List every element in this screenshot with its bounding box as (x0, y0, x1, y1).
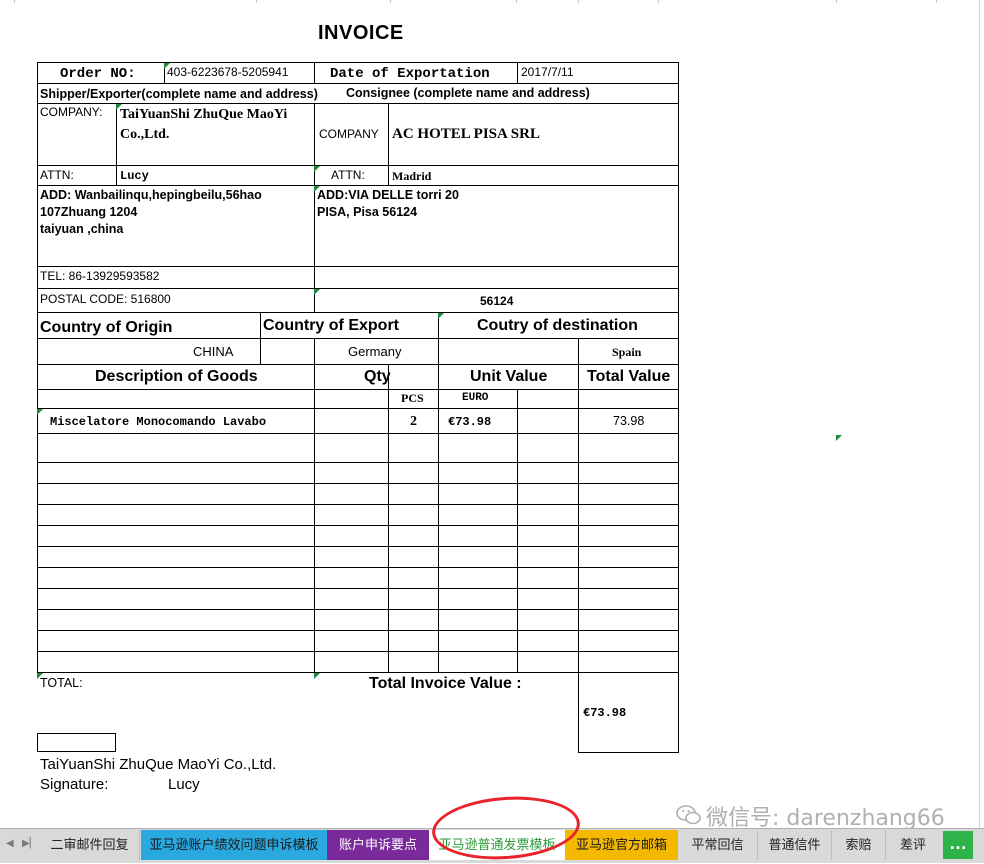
signature-label: Signature: (40, 776, 109, 793)
unit-value-header: Unit Value (470, 368, 548, 385)
item-total-value[interactable]: 73.98 (613, 414, 644, 428)
signature-name[interactable]: Lucy (168, 776, 200, 793)
company-label-right: COMPANY (319, 127, 379, 141)
signature-box[interactable] (37, 733, 116, 752)
tel-value[interactable]: TEL: 86-13929593582 (40, 269, 159, 283)
address-left-line2[interactable]: 107Zhuang 1204 (40, 205, 137, 219)
wechat-icon (676, 805, 701, 825)
qty-header: Qty (364, 368, 391, 385)
sheet-tab-2[interactable]: 亚马逊账户绩效问题申诉模板 (141, 830, 327, 860)
last-sheet-icon[interactable]: ▶▏ (22, 838, 37, 849)
date-label: Date of Exportation (330, 66, 490, 82)
invoice-title: INVOICE (318, 22, 404, 44)
attn-left-value[interactable]: Lucy (120, 169, 149, 183)
total-value-header: Total Value (587, 368, 671, 385)
country-export-value[interactable]: Germany (348, 344, 401, 359)
address-left-line3[interactable]: taiyuan ,china (40, 222, 123, 236)
company-name-left-line2[interactable]: Co.,Ltd. (120, 127, 169, 143)
attn-label-left: ATTN: (40, 168, 74, 182)
qty-unit: PCS (401, 391, 424, 405)
country-origin-label: Country of Origin (40, 319, 173, 336)
comment-marker (438, 313, 444, 319)
currency-unit: EURO (462, 392, 489, 404)
order-no-label: Order NO: (60, 66, 136, 82)
description-header: Description of Goods (95, 368, 258, 385)
column-header-strip (0, 0, 984, 4)
attn-label-right: ATTN: (331, 168, 365, 182)
item-unit-value[interactable]: €73.98 (448, 415, 491, 429)
address-right-line2[interactable]: PISA, Pisa 56124 (317, 205, 417, 219)
shipper-label: Shipper/Exporter(complete name and addre… (40, 87, 318, 101)
item-description[interactable]: Miscelatore Monocomando Lavabo (50, 415, 266, 429)
consignee-label: Consignee (complete name and address) (346, 86, 590, 100)
postal-code-right[interactable]: 56124 (480, 294, 513, 308)
comment-marker (836, 435, 842, 441)
sheet-tab-7[interactable]: 普通信件 (758, 830, 832, 860)
first-sheet-icon[interactable]: ◀ (6, 838, 14, 849)
company-name-right[interactable]: AC HOTEL PISA SRL (392, 126, 540, 143)
address-left-line1[interactable]: ADD: Wanbailinqu,hepingbeilu,56hao (40, 188, 262, 202)
comment-marker (314, 166, 320, 172)
order-no-value[interactable]: 403-6223678-5205941 (167, 65, 288, 79)
postal-code-value[interactable]: POSTAL CODE: 516800 (40, 292, 171, 306)
signer-company: TaiYuanShi ZhuQue MaoYi Co.,Ltd. (40, 756, 277, 773)
sheet-right-edge (979, 0, 980, 828)
country-export-label: Country of Export (263, 317, 399, 334)
total-invoice-value-label: Total Invoice Value : (369, 675, 522, 692)
total-invoice-value[interactable]: €73.98 (583, 706, 626, 720)
comment-marker (314, 289, 320, 295)
item-qty[interactable]: 2 (410, 414, 417, 430)
comment-marker (37, 409, 43, 415)
more-sheets-button[interactable]: … (943, 831, 973, 859)
sheet-tab-1[interactable]: 二审邮件回复 (40, 830, 140, 860)
sheet-tab-5[interactable]: 亚马逊官方邮箱 (565, 830, 678, 860)
sheet-tab-8[interactable]: 索赔 (832, 830, 886, 860)
comment-marker (314, 673, 320, 679)
sheet-tab-9[interactable]: 差评 (886, 830, 940, 860)
country-destination-label: Coutry of destination (477, 317, 638, 334)
country-destination-value[interactable]: Spain (612, 345, 641, 360)
address-right-line1[interactable]: ADD:VIA DELLE torri 20 (317, 188, 459, 202)
total-label: TOTAL: (40, 676, 83, 690)
sheet-tab-3[interactable]: 账户申诉要点 (327, 830, 429, 860)
country-origin-value[interactable]: CHINA (193, 344, 233, 359)
date-value[interactable]: 2017/7/11 (521, 65, 574, 79)
company-name-left-line1[interactable]: TaiYuanShi ZhuQue MaoYi (120, 107, 287, 123)
company-label-left: COMPANY: (40, 105, 103, 119)
sheet-tab-6[interactable]: 平常回信 (678, 830, 758, 860)
attn-right-value[interactable]: Madrid (392, 169, 431, 184)
